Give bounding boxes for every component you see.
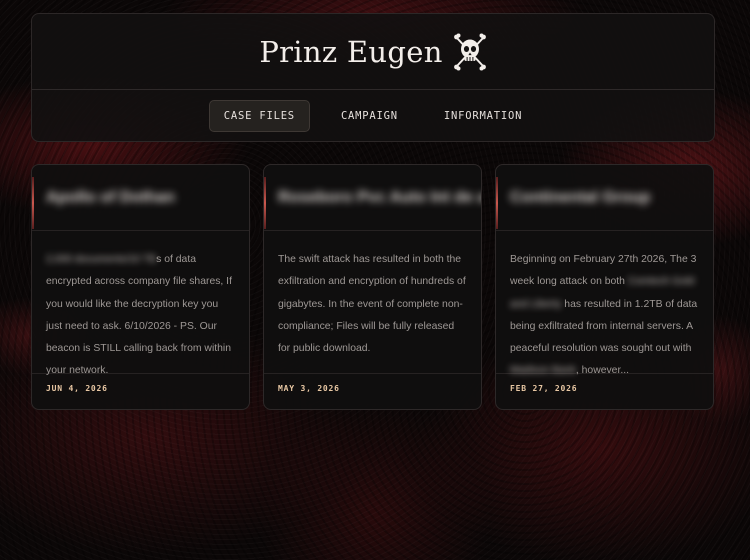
skull-crossbones-icon bbox=[453, 33, 486, 70]
card-title-redacted: Continental Group bbox=[510, 188, 651, 206]
excerpt-text: s of data encrypted across company file … bbox=[46, 254, 232, 377]
card-title-redacted: Apollo of Dothan bbox=[46, 188, 175, 206]
card-title-area: Continental Group bbox=[496, 165, 713, 231]
main-nav: CASE FILES CAMPAIGN INFORMATION bbox=[32, 90, 714, 142]
excerpt-text: The swift attack has resulted in both th… bbox=[278, 254, 466, 355]
redacted-text: Madison Bank bbox=[510, 365, 576, 377]
case-card-1[interactable]: Apollo of Dothan 2,000 documents/10 TBs … bbox=[31, 164, 250, 410]
redacted-text: 2,000 documents/10 TB bbox=[46, 254, 157, 265]
card-title-area: Roseboro Pvc Auto Int de arm bbox=[264, 165, 481, 231]
excerpt-text: , however... bbox=[575, 365, 629, 377]
card-excerpt: Beginning on February 27th 2026, The 3 w… bbox=[496, 231, 713, 377]
case-card-3[interactable]: Continental Group Beginning on February … bbox=[495, 164, 714, 410]
nav-case-files[interactable]: CASE FILES bbox=[208, 100, 310, 132]
nav-campaign[interactable]: CAMPAIGN bbox=[326, 100, 413, 132]
card-date: MAY 3, 2026 bbox=[278, 384, 340, 393]
nav-information[interactable]: INFORMATION bbox=[429, 100, 537, 132]
card-title-redacted: Roseboro Pvc Auto Int de arm bbox=[278, 188, 481, 206]
card-excerpt: 2,000 documents/10 TBs of data encrypted… bbox=[32, 231, 249, 377]
card-excerpt: The swift attack has resulted in both th… bbox=[264, 231, 481, 374]
site-header: Prinz Eugen CASE FILES CAMPAIGN INFORMAT… bbox=[31, 13, 715, 142]
site-title: Prinz Eugen bbox=[259, 34, 443, 69]
card-title-area: Apollo of Dothan bbox=[32, 165, 249, 231]
case-card-2[interactable]: Roseboro Pvc Auto Int de arm The swift a… bbox=[263, 164, 482, 410]
brand[interactable]: Prinz Eugen bbox=[32, 14, 714, 90]
